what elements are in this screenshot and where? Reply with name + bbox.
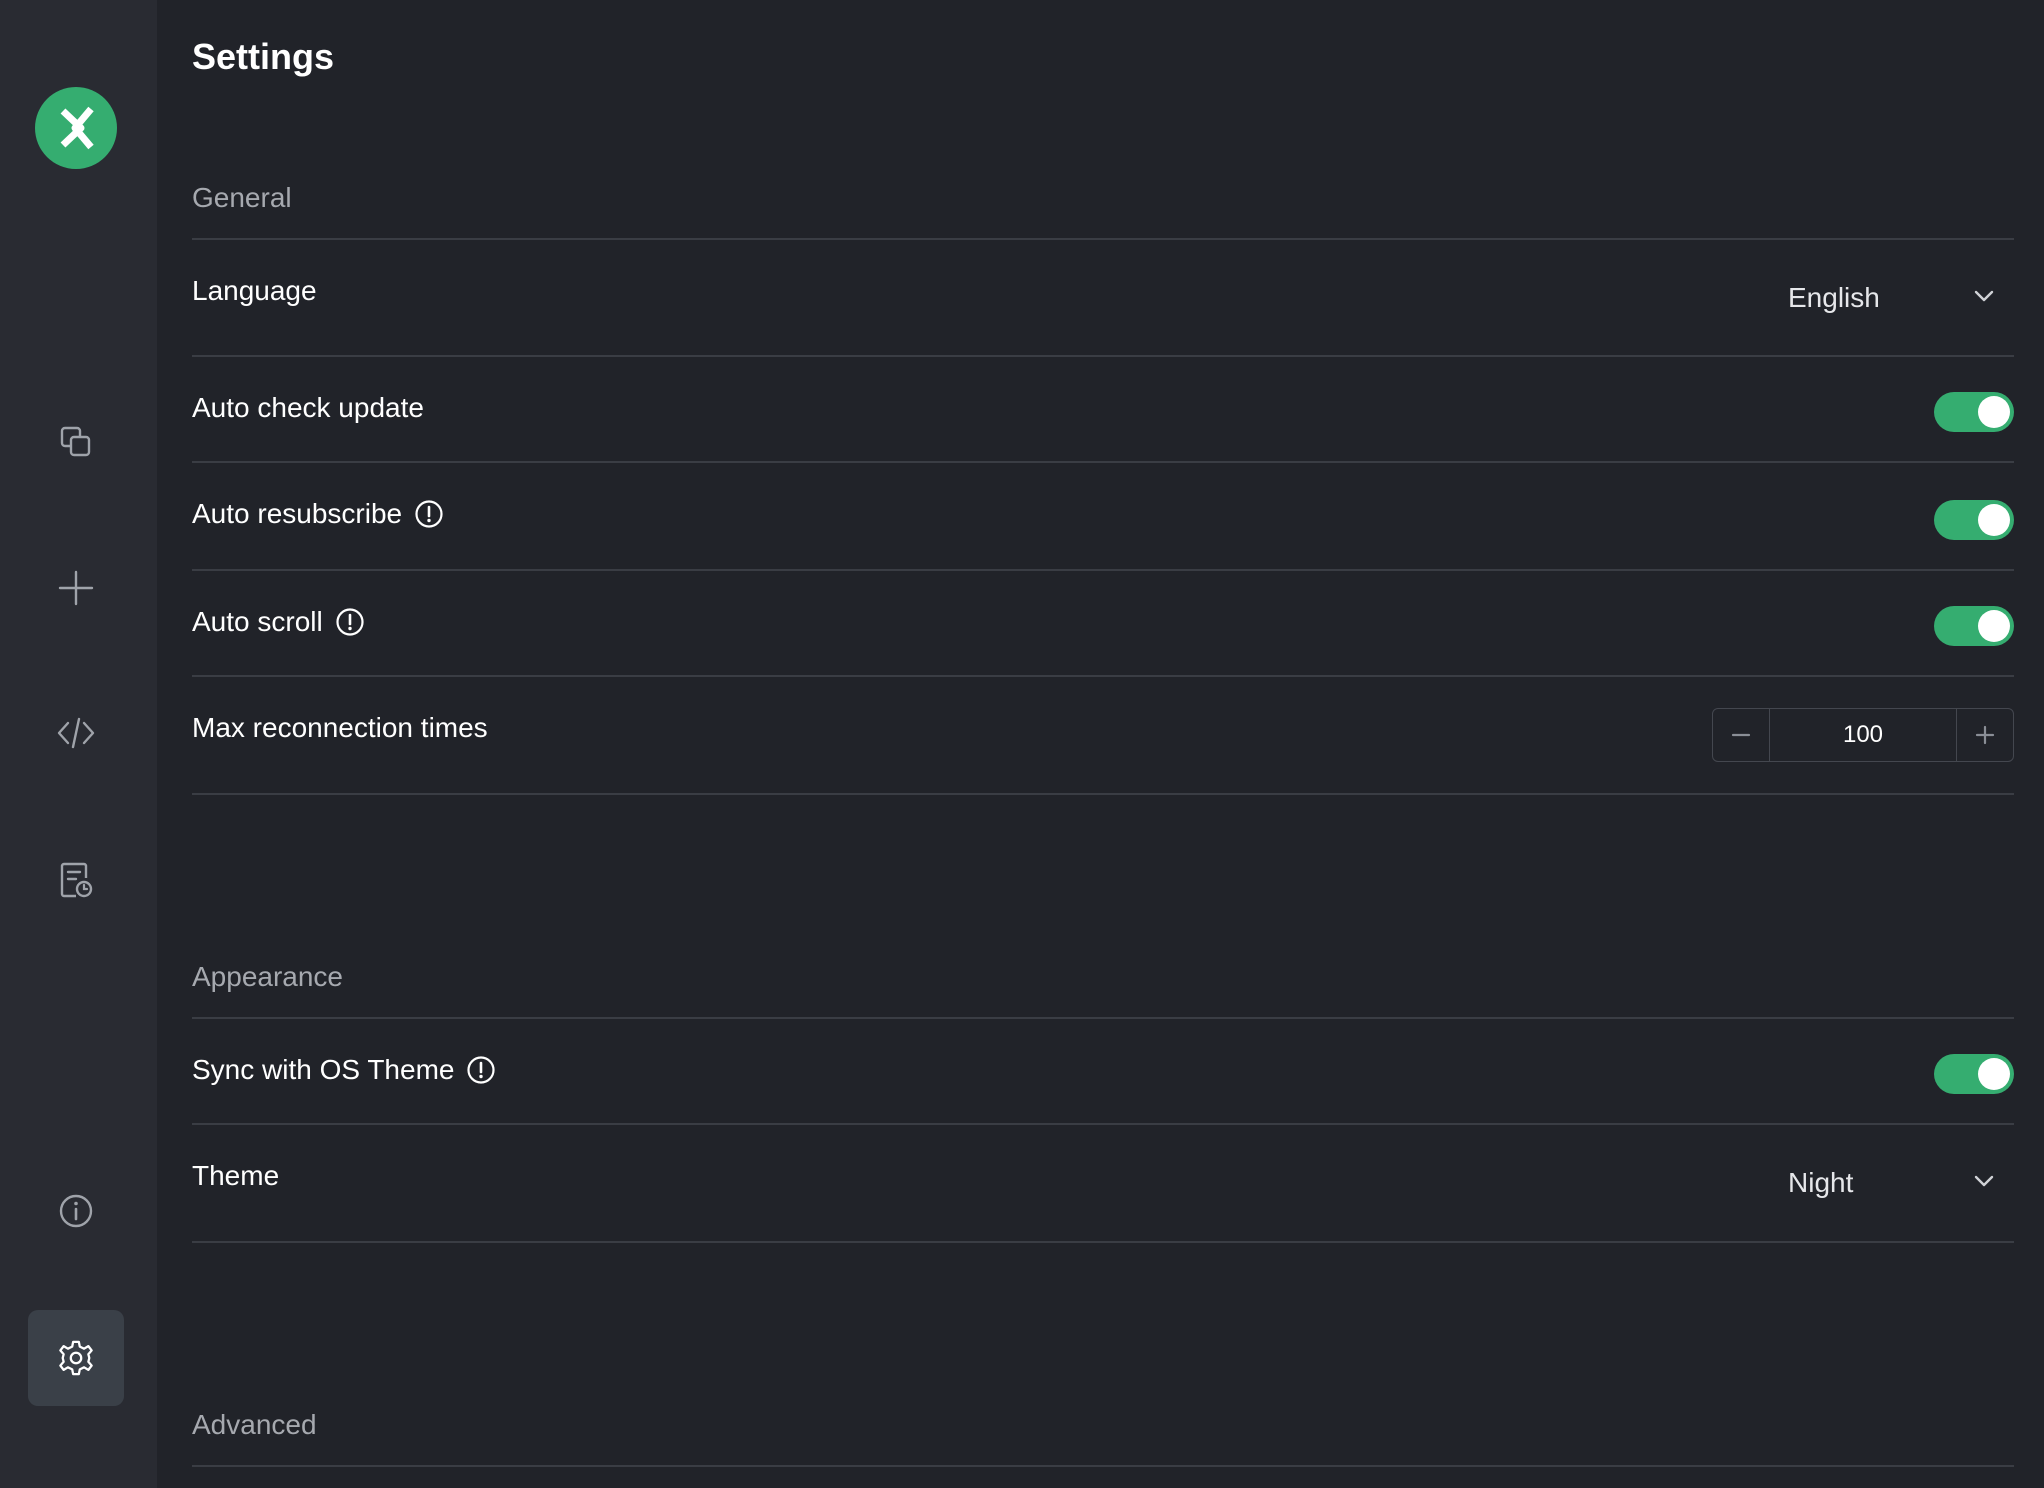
sidebar-item-settings[interactable]: [28, 1310, 124, 1406]
plus-icon: [1975, 725, 1995, 745]
auto-resubscribe-label-text: Auto resubscribe: [192, 498, 403, 529]
sidebar-item-connections[interactable]: [51, 417, 101, 467]
auto-scroll-label-text: Auto scroll: [192, 606, 323, 637]
auto-resubscribe-toggle[interactable]: [1934, 500, 2014, 540]
theme-value: Night: [1788, 1167, 1854, 1198]
chevron-down-icon: [1970, 282, 1998, 315]
divider: [192, 569, 2014, 571]
connections-icon: [60, 426, 91, 457]
sidebar-item-new-connection[interactable]: [51, 563, 101, 613]
divider: [192, 238, 2014, 240]
section-title-appearance: Appearance: [192, 961, 344, 992]
theme-select[interactable]: Night: [1788, 1161, 1998, 1205]
max-reconnection-input[interactable]: [1770, 709, 1956, 761]
minus-icon: [1731, 733, 1751, 737]
max-reconnection-stepper[interactable]: [1712, 708, 2014, 762]
section-title-general: General: [192, 182, 292, 213]
max-reconnection-label: Max reconnection times: [192, 712, 488, 744]
auto-scroll-label: Auto scroll: [192, 606, 365, 638]
sync-os-theme-label-text: Sync with OS Theme: [192, 1054, 455, 1085]
info-circle-icon[interactable]: [335, 607, 365, 637]
sidebar-item-about[interactable]: [51, 1186, 101, 1236]
section-title-advanced: Advanced: [192, 1409, 317, 1440]
max-reconnection-label-text: Max reconnection times: [192, 712, 488, 743]
info-circle-icon[interactable]: [414, 499, 444, 529]
divider: [192, 793, 2014, 795]
sidebar: [0, 0, 157, 1488]
log-icon: [60, 862, 93, 898]
decrement-button[interactable]: [1713, 709, 1770, 761]
sync-os-theme-label: Sync with OS Theme: [192, 1054, 496, 1086]
sidebar-item-log[interactable]: [51, 855, 101, 905]
language-label: Language: [192, 275, 317, 307]
divider: [192, 461, 2014, 463]
toggle-knob: [1978, 396, 2010, 428]
plus-icon: [58, 570, 94, 606]
theme-label: Theme: [192, 1160, 279, 1192]
divider: [192, 1465, 2014, 1467]
page-title: Settings: [192, 36, 335, 77]
auto-check-update-toggle[interactable]: [1934, 392, 2014, 432]
divider: [192, 675, 2014, 677]
increment-button[interactable]: [1956, 709, 2013, 761]
divider: [192, 1123, 2014, 1125]
settings-panel: Settings General Language English Auto c…: [192, 0, 2014, 1488]
auto-scroll-toggle[interactable]: [1934, 606, 2014, 646]
sidebar-item-script[interactable]: [51, 708, 101, 758]
divider: [192, 1241, 2014, 1243]
sync-os-theme-toggle[interactable]: [1934, 1054, 2014, 1094]
auto-check-update-label-text: Auto check update: [192, 392, 424, 423]
toggle-knob: [1978, 504, 2010, 536]
language-value: English: [1788, 282, 1880, 313]
chevron-down-icon: [1970, 1167, 1998, 1200]
info-circle-icon[interactable]: [466, 1055, 496, 1085]
gear-icon: [59, 1340, 93, 1376]
language-select[interactable]: English: [1788, 276, 1998, 320]
auto-resubscribe-label: Auto resubscribe: [192, 498, 444, 530]
logo-icon: [60, 106, 94, 150]
auto-check-update-label: Auto check update: [192, 392, 424, 424]
divider: [192, 1017, 2014, 1019]
language-label-text: Language: [192, 275, 317, 306]
info-icon: [59, 1194, 93, 1228]
theme-label-text: Theme: [192, 1160, 280, 1191]
divider: [192, 355, 2014, 357]
app-logo: [35, 87, 117, 169]
toggle-knob: [1978, 610, 2010, 642]
code-icon: [57, 717, 95, 749]
toggle-knob: [1978, 1058, 2010, 1090]
